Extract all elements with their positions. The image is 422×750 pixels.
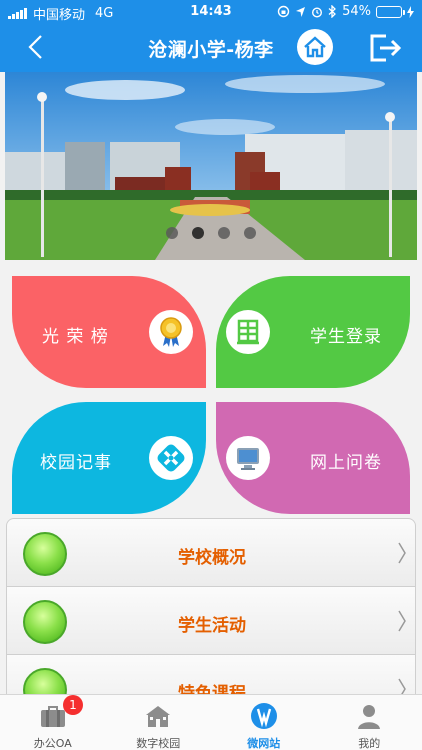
home-icon — [304, 36, 326, 58]
campus-banner[interactable] — [5, 72, 417, 260]
tab-office-oa[interactable]: 1 办公OA — [0, 695, 106, 750]
charging-icon — [407, 5, 414, 18]
tile-online-survey[interactable]: 网上问卷 — [216, 402, 410, 514]
tab-digital-campus[interactable]: 数字校园 — [106, 695, 212, 750]
battery-icon — [376, 5, 405, 18]
school-icon — [146, 706, 171, 727]
monitor-icon — [226, 436, 270, 480]
tab-bar: 1 办公OA 数字校园 微网站 我的 — [0, 694, 422, 750]
home-button[interactable] — [297, 29, 333, 65]
alarm-icon — [312, 6, 323, 18]
website-icon — [250, 703, 277, 729]
list-item-label: 学校概况 — [178, 548, 246, 568]
menu-list: 学校概况 学生活动 特色课程 — [6, 518, 416, 722]
chevron-right-icon — [398, 610, 406, 632]
notification-badge: 1 — [63, 695, 83, 715]
tile-online-survey-label: 网上问卷 — [310, 453, 382, 473]
medal-icon — [149, 310, 193, 354]
tab-label: 办公OA — [33, 737, 72, 750]
tab-micro-website[interactable]: 微网站 — [211, 695, 317, 750]
chevron-right-icon — [398, 542, 406, 564]
tab-label: 我的 — [358, 737, 381, 750]
logout-icon[interactable] — [368, 33, 402, 63]
tab-mine[interactable]: 我的 — [317, 695, 422, 750]
tile-honor-roll[interactable]: 光 荣 榜 — [12, 276, 206, 388]
battery-percent: 54% — [342, 4, 371, 19]
pagination-dot[interactable] — [192, 227, 204, 239]
rotation-lock-icon — [277, 5, 290, 18]
banner-pagination — [5, 227, 417, 239]
list-item-label: 学生活动 — [178, 616, 246, 636]
tile-honor-roll-label: 光 荣 榜 — [42, 327, 109, 347]
pagination-dot[interactable] — [166, 227, 178, 239]
page-title: 沧澜小学-杨李 — [148, 39, 274, 61]
header: 中国移动 4G 14:43 54% 沧澜小学-杨李 — [0, 0, 422, 72]
tile-student-login-label: 学生登录 — [310, 327, 382, 347]
nav-bar: 沧澜小学-杨李 — [0, 24, 422, 70]
tile-campus-news[interactable]: 校园记事 — [12, 402, 206, 514]
tab-label: 数字校园 — [136, 737, 181, 750]
tile-student-login[interactable]: 学生登录 — [216, 276, 410, 388]
diamond-x-icon — [149, 436, 193, 480]
list-item-student-activities[interactable]: 学生活动 — [6, 586, 416, 654]
pagination-dot[interactable] — [244, 227, 256, 239]
shelf-icon — [226, 310, 270, 354]
user-icon — [358, 705, 381, 729]
location-icon — [296, 6, 306, 17]
pagination-dot[interactable] — [218, 227, 230, 239]
list-item-school-overview[interactable]: 学校概况 — [6, 518, 416, 586]
status-bar: 中国移动 4G 14:43 54% — [0, 4, 422, 23]
bluetooth-icon — [328, 5, 337, 18]
tab-label: 微网站 — [247, 737, 281, 750]
tile-campus-news-label: 校园记事 — [40, 453, 112, 473]
